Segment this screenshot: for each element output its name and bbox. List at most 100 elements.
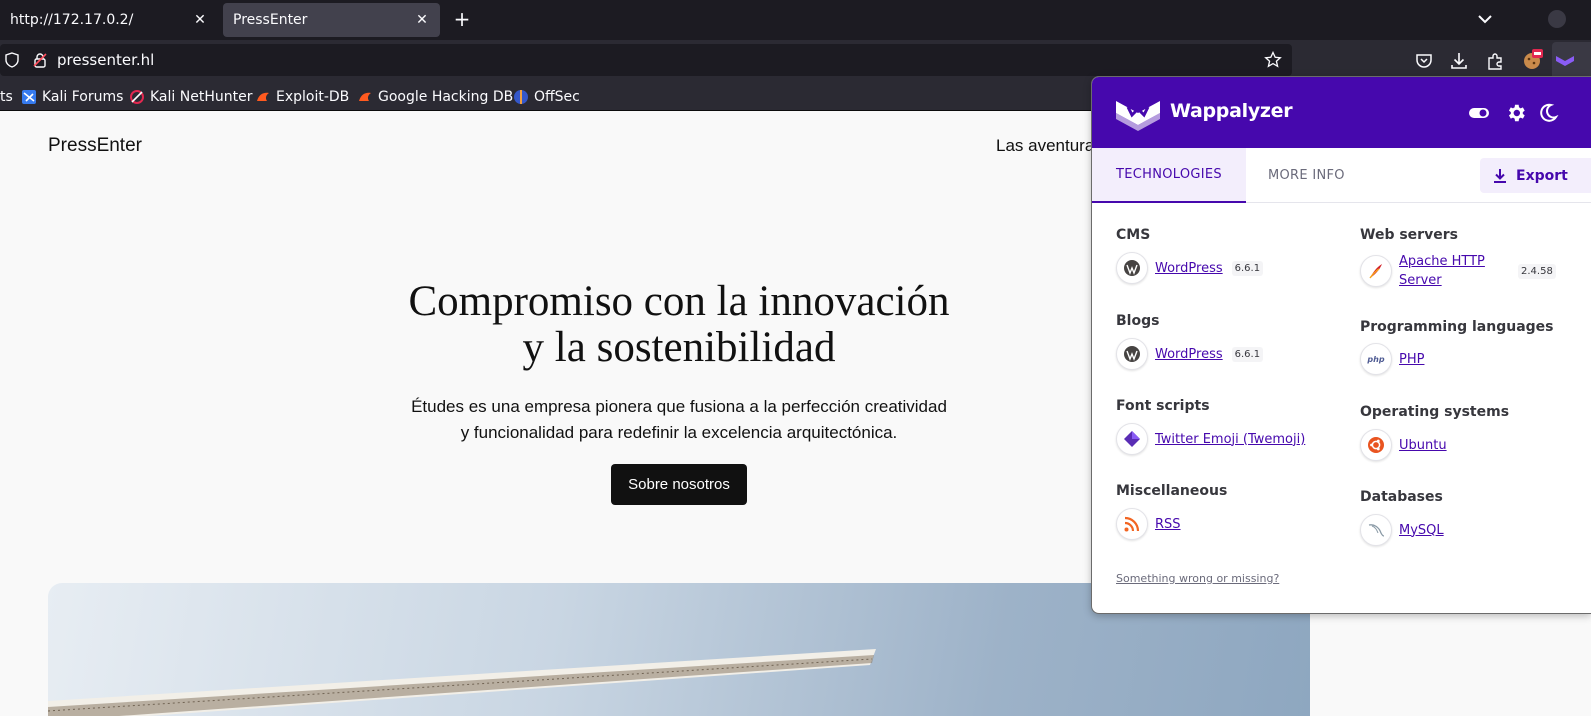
tech-name[interactable]: RSS xyxy=(1155,515,1181,534)
category-title: CMS xyxy=(1116,227,1151,243)
tab-pressenter[interactable]: PressEnter ✕ xyxy=(223,3,440,37)
php-icon: php xyxy=(1360,343,1392,375)
about-us-button[interactable]: Sobre nosotros xyxy=(611,464,747,505)
shield-icon[interactable] xyxy=(4,52,20,68)
bookmark-label: OffSec xyxy=(534,89,580,105)
hero-subtitle-line: Études es una empresa pionera que fusion… xyxy=(411,397,947,416)
tech-item[interactable]: Twitter Emoji (Twemoji) xyxy=(1116,423,1305,455)
category-title: Miscellaneous xyxy=(1116,483,1228,499)
tech-item[interactable]: WordPress 6.6.1 xyxy=(1116,252,1264,284)
tech-item[interactable]: Ubuntu xyxy=(1360,429,1447,461)
tech-item[interactable]: RSS xyxy=(1116,508,1181,540)
wappalyzer-logo-icon xyxy=(1116,101,1160,131)
toggle-icon[interactable] xyxy=(1468,102,1490,124)
tech-name[interactable]: WordPress xyxy=(1155,345,1223,364)
category-title: Operating systems xyxy=(1360,404,1510,420)
tab-title: PressEnter xyxy=(233,12,308,28)
tab-title: http://172.17.0.2/ xyxy=(10,12,134,28)
wordpress-icon xyxy=(1116,338,1148,370)
cookie-extension-icon[interactable] xyxy=(1520,48,1544,72)
site-title[interactable]: PressEnter xyxy=(48,135,142,157)
tab-more-info[interactable]: MORE INFO xyxy=(1268,148,1345,203)
exploit-db-icon xyxy=(257,92,269,101)
hero-subtitle: Études es una empresa pionera que fusion… xyxy=(379,394,979,446)
tech-version: 6.6.1 xyxy=(1231,346,1264,362)
wappalyzer-title: Wappalyzer xyxy=(1170,100,1293,122)
bookmark-label: Kali Forums xyxy=(42,89,124,105)
bookmark-item[interactable]: Kali NetHunter xyxy=(129,87,252,107)
gear-icon[interactable] xyxy=(1505,102,1527,124)
tech-version: 2.4.58 xyxy=(1518,263,1556,279)
tab-technologies[interactable]: TECHNOLOGIES xyxy=(1092,148,1246,203)
category-miscellaneous: Miscellaneous xyxy=(1116,483,1227,499)
ghdb-icon xyxy=(359,92,371,101)
extensions-icon[interactable] xyxy=(1485,51,1505,71)
hero-title-line: Compromiso con la innovación xyxy=(408,278,950,325)
export-button[interactable]: Export xyxy=(1480,158,1591,193)
tech-item[interactable]: WordPress 6.6.1 xyxy=(1116,338,1264,370)
tech-name[interactable]: Twitter Emoji (Twemoji) xyxy=(1155,430,1305,449)
tab-bar: http://172.17.0.2/ ✕ PressEnter ✕ + xyxy=(0,0,1591,40)
tech-item[interactable]: MySQL xyxy=(1360,514,1444,546)
tech-version: 6.6.1 xyxy=(1231,260,1264,276)
bookmark-item[interactable]: OffSec xyxy=(513,87,580,107)
hero-title: Compromiso con la innovación y la sosten… xyxy=(379,279,979,371)
tech-name[interactable]: Apache HTTP Server xyxy=(1399,252,1509,290)
bookmark-item[interactable]: Kali Forums xyxy=(21,87,123,107)
tech-item[interactable]: php PHP xyxy=(1360,343,1424,375)
hero-title-line: y la sostenibilidad xyxy=(522,324,836,371)
close-icon[interactable]: ✕ xyxy=(414,12,430,28)
apache-icon xyxy=(1360,255,1392,287)
svg-text:php: php xyxy=(1366,355,1384,364)
window-control-icon[interactable] xyxy=(1548,10,1566,28)
category-web-servers: Web servers xyxy=(1360,227,1458,243)
category-title: Font scripts xyxy=(1116,398,1210,414)
kali-forums-icon xyxy=(22,90,36,104)
category-title: Web servers xyxy=(1360,227,1458,243)
category-title: Databases xyxy=(1360,489,1443,505)
tech-name-line: Server xyxy=(1399,273,1442,288)
category-blogs: Blogs xyxy=(1116,313,1159,329)
url-text[interactable]: pressenter.hl xyxy=(57,51,154,69)
nav-link[interactable]: Las aventuras xyxy=(996,136,1103,156)
bookmark-item[interactable]: Google Hacking DB xyxy=(357,87,513,107)
download-icon[interactable] xyxy=(1449,51,1469,71)
mysql-icon xyxy=(1360,514,1392,546)
wappalyzer-icon xyxy=(1556,56,1574,66)
rss-icon xyxy=(1116,508,1148,540)
bookmark-item[interactable]: Exploit-DB xyxy=(255,87,349,107)
bookmark-item[interactable]: ts xyxy=(0,87,13,107)
category-databases: Databases xyxy=(1360,489,1443,505)
moon-icon[interactable] xyxy=(1537,102,1559,124)
wappalyzer-extension-button[interactable] xyxy=(1552,42,1591,80)
wappalyzer-popup: Wappalyzer TECHNOLOGIES MORE INFO Export… xyxy=(1091,76,1591,614)
tech-name[interactable]: MySQL xyxy=(1399,521,1444,540)
bookmark-label: Google Hacking DB xyxy=(378,89,514,105)
bookmark-label: ts xyxy=(0,89,13,105)
feedback-link[interactable]: Something wrong or missing? xyxy=(1116,572,1279,585)
offsec-icon xyxy=(514,90,528,104)
tab-ip[interactable]: http://172.17.0.2/ ✕ xyxy=(0,3,218,37)
category-cms: CMS xyxy=(1116,227,1150,243)
tech-name-line: Apache HTTP xyxy=(1399,254,1485,269)
url-bar[interactable]: pressenter.hl xyxy=(0,44,1292,76)
bookmark-label: Exploit-DB xyxy=(276,89,350,105)
wappalyzer-tabs: TECHNOLOGIES MORE INFO Export xyxy=(1092,148,1591,203)
ubuntu-icon xyxy=(1360,429,1392,461)
hero-subtitle-line: y funcionalidad para redefinir la excele… xyxy=(460,423,898,442)
tech-name[interactable]: WordPress xyxy=(1155,259,1223,278)
download-icon xyxy=(1494,168,1506,183)
tech-name[interactable]: Ubuntu xyxy=(1399,436,1447,455)
star-icon[interactable] xyxy=(1264,51,1282,69)
wappalyzer-header: Wappalyzer xyxy=(1092,77,1591,148)
pocket-icon[interactable] xyxy=(1414,51,1434,71)
new-tab-button[interactable]: + xyxy=(450,7,474,31)
export-label: Export xyxy=(1516,167,1568,184)
category-operating-systems: Operating systems xyxy=(1360,404,1509,420)
chevron-down-icon[interactable] xyxy=(1474,8,1496,30)
lock-icon[interactable] xyxy=(32,52,48,68)
tech-name[interactable]: PHP xyxy=(1399,350,1424,369)
tech-item[interactable]: Apache HTTP Server 2.4.58 xyxy=(1360,252,1556,290)
twemoji-icon xyxy=(1116,423,1148,455)
close-icon[interactable]: ✕ xyxy=(192,12,208,28)
